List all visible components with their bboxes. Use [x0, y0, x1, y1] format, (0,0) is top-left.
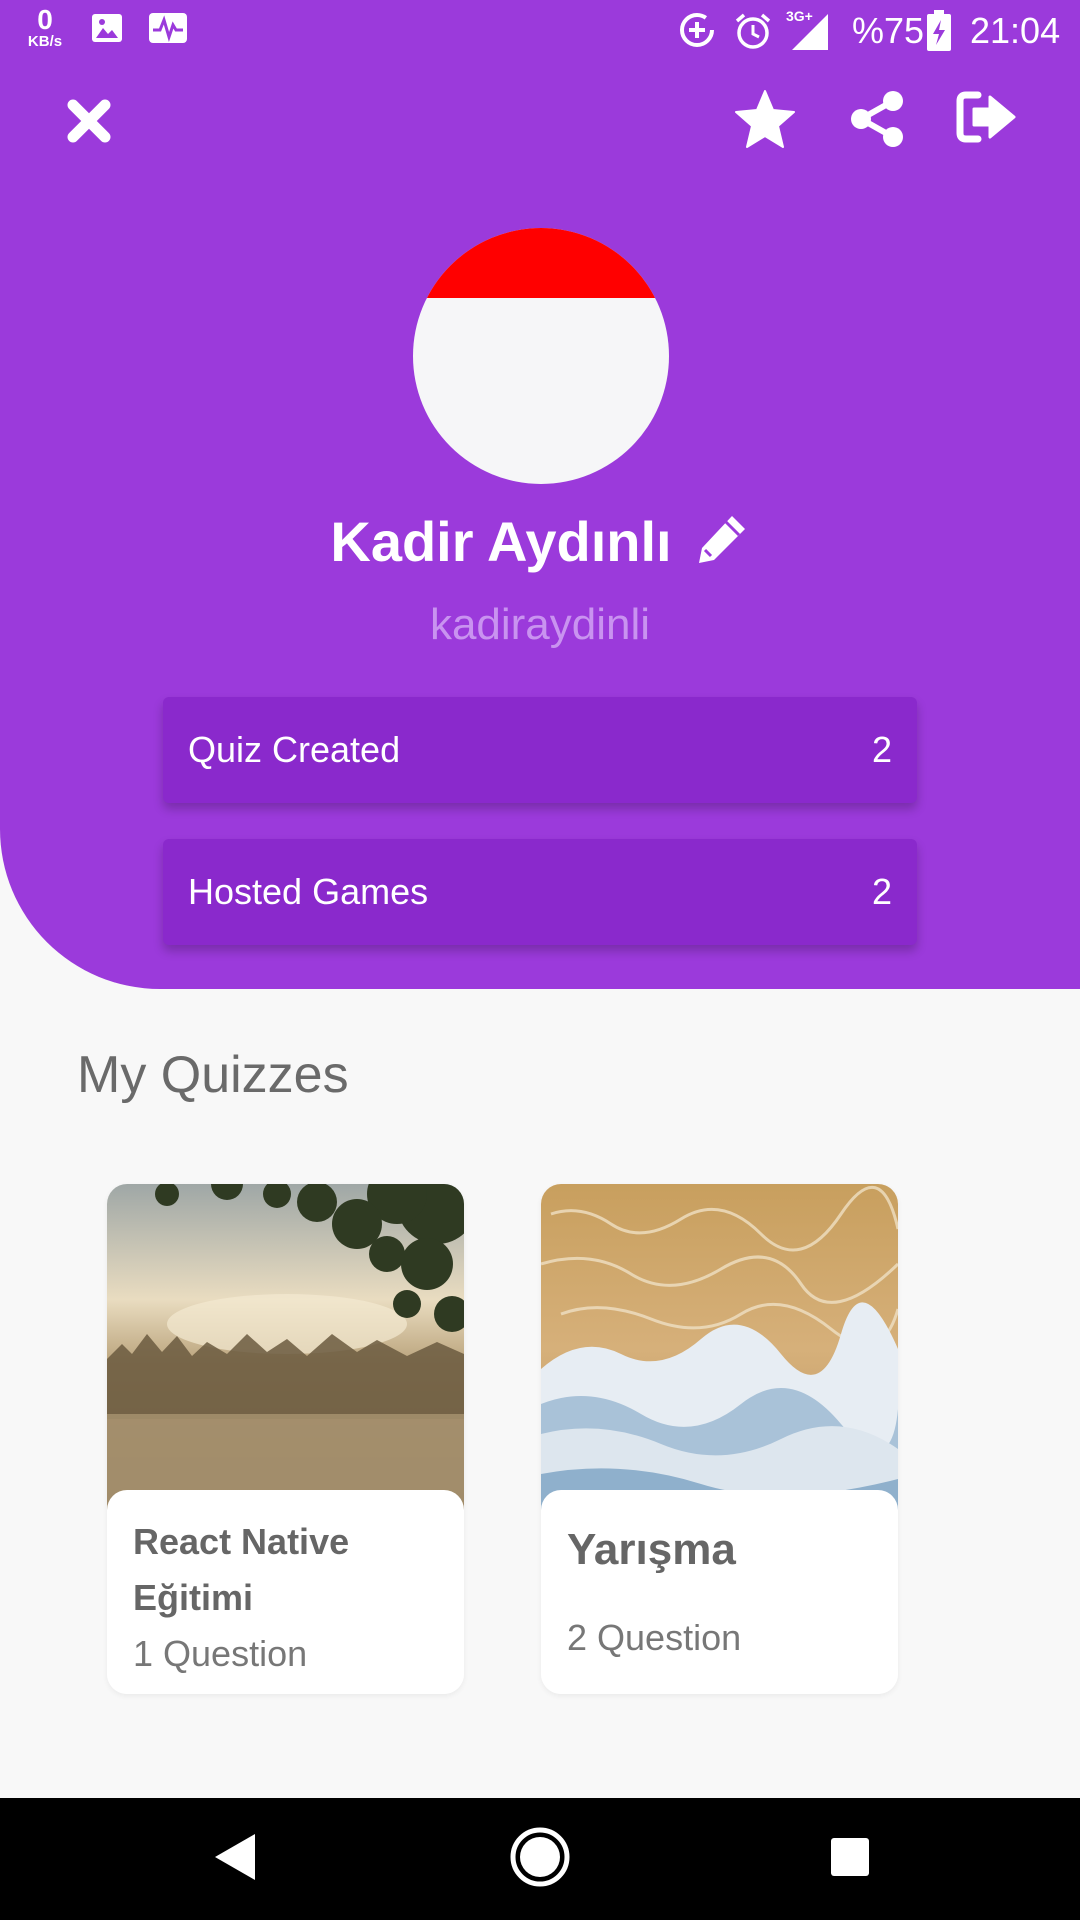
profile-username: kadiraydinli: [429, 600, 651, 649]
activity-icon: [148, 11, 188, 50]
stat-hosted-games[interactable]: Hosted Games 2: [163, 839, 917, 945]
section-title-my-quizzes: My Quizzes: [77, 1046, 349, 1104]
star-icon: [734, 89, 796, 154]
quiz-question-count: 2 Question: [567, 1617, 742, 1658]
quiz-cover-image: [107, 1184, 464, 1514]
logout-icon: [956, 89, 1018, 150]
quiz-card-body: React Native Eğitimi 1 Question: [107, 1490, 464, 1694]
back-icon: [213, 1832, 257, 1887]
quiz-title: React Native Eğitimi: [133, 1521, 350, 1618]
battery-percent: %75: [852, 10, 925, 51]
avatar[interactable]: [413, 228, 669, 484]
clock: 21:04: [970, 10, 1061, 51]
stat-value: 2: [871, 871, 892, 912]
share-icon: [847, 89, 907, 154]
logout-button[interactable]: [950, 84, 1024, 154]
alarm-icon: [733, 11, 773, 56]
profile-name: Kadir Aydınlı: [330, 509, 672, 573]
image-icon: [90, 11, 124, 50]
quiz-cover-image: [541, 1184, 898, 1514]
quiz-title: Yarışma: [567, 1525, 736, 1574]
nav-back-button[interactable]: [200, 1798, 270, 1920]
status-bar: 0 KB/s 3G+ %75 21:04: [0, 0, 1080, 62]
quiz-card-body: Yarışma 2 Question: [541, 1490, 898, 1694]
quiz-card[interactable]: React Native Eğitimi 1 Question: [107, 1184, 464, 1694]
profile-name-row: Kadir Aydınlı: [0, 505, 1080, 577]
stat-label: Hosted Games: [188, 871, 429, 912]
favorite-button[interactable]: [730, 86, 800, 156]
data-saver-icon: [678, 11, 716, 54]
quiz-card[interactable]: Yarışma 2 Question: [541, 1184, 898, 1694]
edit-profile-button[interactable]: [694, 511, 750, 572]
stat-value: 2: [871, 729, 892, 770]
network-speed-value: 0: [37, 4, 53, 35]
network-type: 3G+: [786, 8, 813, 24]
nav-recents-button[interactable]: [815, 1798, 885, 1920]
close-icon: [66, 98, 112, 149]
home-icon: [509, 1826, 571, 1893]
network-speed-unit: KB/s: [27, 33, 63, 50]
signal-icon: 3G+: [786, 8, 830, 57]
pencil-icon: [694, 511, 750, 572]
stat-quiz-created[interactable]: Quiz Created 2: [163, 697, 917, 803]
close-button[interactable]: [54, 88, 124, 158]
network-speed: 0 KB/s: [20, 4, 70, 50]
recents-icon: [830, 1837, 870, 1882]
nav-home-button[interactable]: [502, 1798, 578, 1920]
avatar-flag-band: [413, 228, 669, 298]
share-button[interactable]: [842, 86, 912, 156]
battery-charging-icon: [926, 10, 952, 57]
system-nav-bar: [0, 1798, 1080, 1920]
quiz-question-count: 1 Question: [133, 1633, 308, 1674]
stat-label: Quiz Created: [188, 729, 401, 770]
